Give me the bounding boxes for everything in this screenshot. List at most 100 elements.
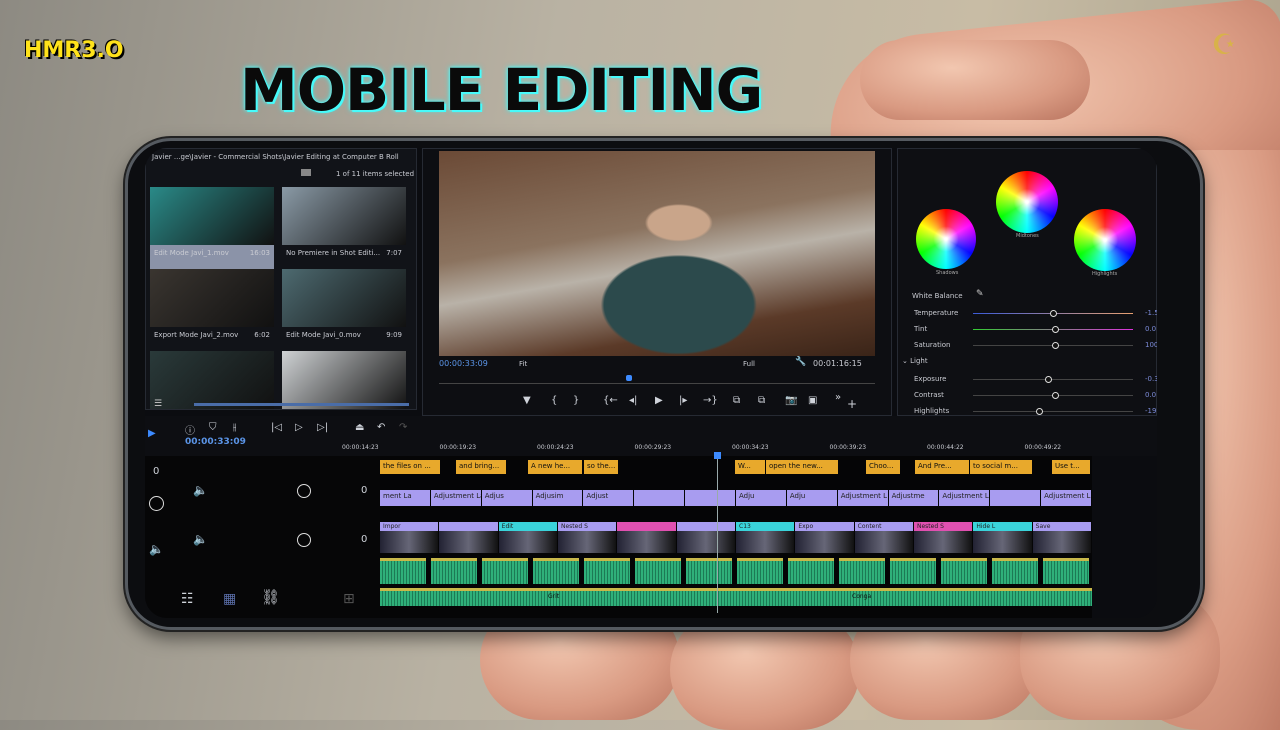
- audio-clip[interactable]: [839, 558, 885, 584]
- caption-clip[interactable]: and bring...: [456, 460, 506, 474]
- adjustment-clip[interactable]: Adjustment L: [1041, 490, 1091, 506]
- video-clip[interactable]: [676, 522, 735, 531]
- light-section-toggle[interactable]: ⌄ Light: [902, 357, 928, 365]
- track-a-speaker-icon[interactable]: 🔈: [193, 483, 208, 497]
- caption-clip[interactable]: Use t...: [1052, 460, 1090, 474]
- export-icon[interactable]: ⏏: [355, 422, 364, 433]
- adjustment-clip[interactable]: ment La: [380, 490, 430, 506]
- caption-clip[interactable]: A new he...: [528, 460, 582, 474]
- audio-clip[interactable]: [737, 558, 783, 584]
- audio-clip-long[interactable]: [380, 588, 1092, 606]
- camera-icon[interactable]: 📷: [785, 395, 797, 406]
- caption-clip[interactable]: open the new...: [766, 460, 838, 474]
- video-clip[interactable]: Hide L: [973, 522, 1032, 531]
- mark-in-icon[interactable]: {: [551, 395, 557, 406]
- split-icon[interactable]: ⫲: [233, 422, 236, 433]
- next-edit-icon[interactable]: ▷|: [317, 422, 328, 433]
- slider-knob[interactable]: [1051, 342, 1059, 349]
- slider-saturation[interactable]: Saturation 100.0: [898, 339, 1157, 353]
- adjustment-clip[interactable]: Adjustment L: [837, 490, 888, 506]
- marker-icon[interactable]: ▼: [523, 395, 531, 406]
- audio-clip[interactable]: [431, 558, 477, 584]
- add-button-icon[interactable]: +: [847, 397, 857, 411]
- zoom-slider[interactable]: [194, 403, 409, 406]
- audio-clip[interactable]: [992, 558, 1038, 584]
- video-clip[interactable]: Nested S: [558, 522, 617, 531]
- shield-icon[interactable]: ⛉: [209, 422, 217, 433]
- audio-clip[interactable]: [533, 558, 579, 584]
- adjustment-clip[interactable]: Adjustment Lay: [430, 490, 481, 506]
- adjustment-clip[interactable]: Adju: [786, 490, 837, 506]
- shadows-wheel[interactable]: [916, 209, 976, 269]
- lift-icon[interactable]: ⧉: [733, 395, 740, 406]
- adjustment-clip[interactable]: Adjus: [481, 490, 532, 506]
- timeline-playhead[interactable]: [717, 453, 718, 613]
- adjustment-clip[interactable]: [990, 490, 1041, 506]
- record-button[interactable]: [149, 496, 164, 511]
- fit-dropdown[interactable]: Fit: [519, 360, 527, 368]
- slider-temperature[interactable]: Temperature -1.5: [898, 307, 1157, 321]
- audio-clip[interactable]: [1043, 558, 1089, 584]
- folder-icon[interactable]: [301, 169, 311, 176]
- audio-clip[interactable]: [584, 558, 630, 584]
- video-clip[interactable]: [439, 522, 498, 531]
- slider-exposure[interactable]: Exposure -0.3: [898, 373, 1157, 387]
- audio-clip[interactable]: [941, 558, 987, 584]
- caption-clip[interactable]: so the...: [584, 460, 618, 474]
- video-clip[interactable]: C13: [736, 522, 795, 531]
- track-a-pan-knob[interactable]: [297, 484, 311, 498]
- caption-clip[interactable]: to social m...: [970, 460, 1032, 474]
- adjustment-clip[interactable]: [634, 490, 685, 506]
- video-clip[interactable]: Expo: [795, 522, 854, 531]
- redo-icon[interactable]: ↷: [399, 422, 407, 433]
- caption-clip[interactable]: W...: [735, 460, 765, 474]
- step-forward-icon[interactable]: |▸: [679, 395, 687, 406]
- adjustment-clip[interactable]: Adjustme: [888, 490, 939, 506]
- go-to-in-icon[interactable]: {←: [603, 395, 618, 406]
- audio-clip[interactable]: [686, 558, 732, 584]
- playhead-handle[interactable]: [714, 452, 721, 459]
- video-clip[interactable]: [617, 522, 676, 531]
- audio-clip[interactable]: [890, 558, 936, 584]
- media-item[interactable]: Edit Mode Javi_0.mov 9:09: [282, 269, 406, 351]
- video-clip[interactable]: Save: [1032, 522, 1091, 531]
- adjustment-clip[interactable]: Adjustment Layer: [939, 490, 990, 506]
- video-clip[interactable]: Content: [854, 522, 913, 531]
- media-item[interactable]: No Premiere in Shot Editi... 7:07: [282, 187, 406, 269]
- audio-clip[interactable]: [635, 558, 681, 584]
- track-b-speaker-icon[interactable]: 🔈: [193, 532, 208, 546]
- caption-clip[interactable]: the files on ...: [380, 460, 440, 474]
- adjustment-clip[interactable]: [685, 490, 735, 506]
- slider-knob[interactable]: [1050, 310, 1057, 317]
- step-back-icon[interactable]: ◂|: [629, 395, 637, 406]
- slider-knob[interactable]: [1051, 392, 1059, 399]
- more-icon[interactable]: »: [835, 392, 841, 403]
- compare-icon[interactable]: ▣: [808, 395, 817, 406]
- media-item[interactable]: Edit Mode Javi_1.mov 16:03: [150, 187, 274, 269]
- adjustment-clip[interactable]: Adju: [736, 490, 786, 506]
- go-to-out-icon[interactable]: →}: [703, 395, 718, 406]
- waveform-icon[interactable]: ▦: [223, 591, 236, 607]
- slider-knob[interactable]: [1051, 326, 1059, 333]
- play-icon[interactable]: ▶: [655, 395, 663, 406]
- caption-clip[interactable]: And Pre...: [915, 460, 969, 474]
- list-icon[interactable]: ☷: [181, 591, 194, 607]
- highlights-wheel[interactable]: [1074, 209, 1136, 271]
- caption-clip[interactable]: Choo...: [866, 460, 900, 474]
- video-clip[interactable]: Edit: [498, 522, 557, 531]
- wrench-icon[interactable]: 🔧: [795, 357, 806, 367]
- undo-icon[interactable]: ↶: [377, 422, 385, 433]
- slider-contrast[interactable]: Contrast 0.0: [898, 389, 1156, 403]
- midtones-wheel[interactable]: [996, 171, 1058, 233]
- monitor-playhead[interactable]: [626, 375, 633, 381]
- track-b-pan-knob[interactable]: [297, 533, 311, 547]
- info-icon[interactable]: ⓘ: [185, 422, 195, 437]
- slider-knob[interactable]: [1035, 408, 1043, 415]
- add-track-icon[interactable]: ⊞: [343, 591, 355, 607]
- eyedropper-icon[interactable]: ✎: [976, 289, 984, 299]
- slider-track[interactable]: [973, 379, 1133, 380]
- monitor-scrubber[interactable]: [439, 383, 875, 384]
- slider-track[interactable]: [973, 411, 1133, 412]
- media-item[interactable]: Export Mode Javi_2.mov 6:02: [150, 269, 274, 351]
- play-timeline-icon[interactable]: ▷: [295, 422, 303, 433]
